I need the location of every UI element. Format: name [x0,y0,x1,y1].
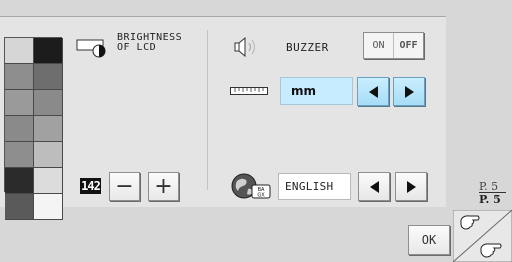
brightness-swatch [34,168,63,194]
plus-icon: + [154,173,173,199]
unit-value: mm [280,77,353,105]
buzzer-off-option[interactable]: OFF [394,33,423,58]
ok-label: OK [421,233,437,247]
language-globe-icon: BA GX [231,173,271,199]
brightness-swatch [5,194,34,220]
brightness-swatch [34,194,63,220]
arrow-left-icon [368,85,378,98]
svg-text:GX: GX [257,193,265,199]
brightness-increase-button[interactable]: + [148,172,179,201]
buzzer-label: BUZZER [286,41,329,54]
brightness-swatch-grid [4,37,63,220]
page-total: P. 5 [479,193,501,206]
buzzer-toggle[interactable]: ON OFF [363,32,424,59]
brightness-decrease-button[interactable]: − [109,172,140,201]
brightness-swatch [5,64,34,90]
language-value: ENGLISH [278,173,351,200]
brightness-swatch [34,38,63,64]
speaker-icon [234,37,256,57]
ruler-icon [230,87,268,95]
minus-icon: − [115,173,134,199]
brightness-label: BRIGHTNESS OF LCD [117,32,183,53]
arrow-left-icon [369,180,379,193]
brightness-swatch [5,38,34,64]
brightness-swatch [5,142,34,168]
brightness-swatch [34,142,63,168]
unit-next-button[interactable] [393,77,425,106]
language-prev-button[interactable] [358,172,390,201]
page-flip-button[interactable] [453,210,512,262]
brightness-swatch [34,64,63,90]
lcd-brightness-icon [76,39,106,58]
language-next-button[interactable] [395,172,427,201]
ok-button[interactable]: OK [408,225,450,255]
column-divider [207,30,208,190]
brightness-swatch [5,90,34,116]
brightness-swatch [5,116,34,142]
settings-screen: BRIGHTNESS OF LCD 142 − + BUZZER ON OFF … [0,0,512,262]
brightness-level-value: 142 [80,178,101,194]
arrow-right-icon [404,85,414,98]
brightness-swatch [34,90,63,116]
brightness-swatch [5,168,34,194]
arrow-right-icon [406,180,416,193]
buzzer-on-option[interactable]: ON [364,33,394,58]
brightness-swatch [34,116,63,142]
unit-prev-button[interactable] [357,77,389,106]
